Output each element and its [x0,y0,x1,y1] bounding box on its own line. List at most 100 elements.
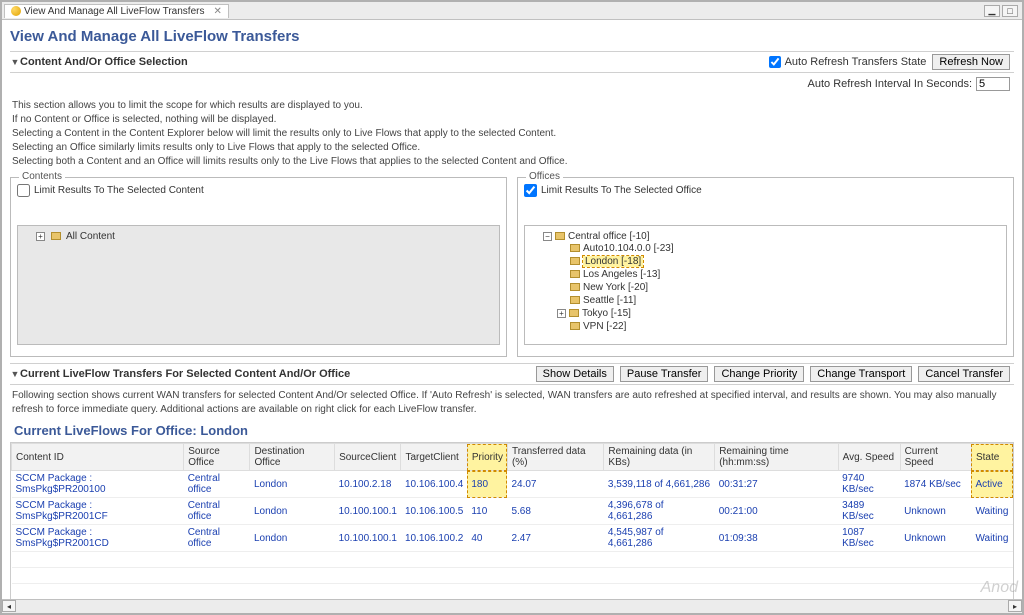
folder-icon [570,322,580,330]
change-transport-button[interactable]: Change Transport [810,366,912,382]
col-content-id[interactable]: Content ID [12,444,184,471]
tab-bar: View And Manage All LiveFlow Transfers ✕… [2,2,1022,20]
cell: 180 [467,471,507,498]
collapse-arrow-icon[interactable]: ▼ [10,57,20,67]
cell: 1087 KB/sec [838,525,900,552]
limit-offices-label: Limit Results To The Selected Office [541,185,702,196]
offices-legend: Offices [526,171,563,182]
col-sourceclient[interactable]: SourceClient [335,444,401,471]
tree-node-office[interactable]: +Tokyo [-15] [557,307,1002,320]
cell: Waiting [971,525,1012,552]
scroll-left-icon[interactable]: ◂ [2,600,16,612]
folder-icon [570,283,580,291]
window-controls: ▁ □ [984,5,1018,17]
cell: 4,545,987 of 4,661,286 [604,525,715,552]
cell: 40 [467,525,507,552]
tree-node-office[interactable]: London [-18] [557,255,1002,268]
expand-icon[interactable]: + [557,309,566,318]
tree-node-office[interactable]: Los Angeles [-13] [557,268,1002,281]
horizontal-scrollbar[interactable]: ◂ ▸ [2,599,1022,613]
minimize-button[interactable]: ▁ [984,5,1000,17]
intro-text: This section allows you to limit the sco… [10,91,1014,177]
table-row[interactable]: SCCM Package : SmsPkg$PR2001CFCentral of… [12,498,1013,525]
col-state[interactable]: State [971,444,1012,471]
limit-contents-checkbox[interactable]: Limit Results To The Selected Content [17,184,500,197]
cell: Central office [184,471,250,498]
limit-offices-input[interactable] [524,184,537,197]
cancel-transfer-button[interactable]: Cancel Transfer [918,366,1010,382]
cell: 110 [467,498,507,525]
limit-contents-label: Limit Results To The Selected Content [34,185,204,196]
section1-title: Content And/Or Office Selection [20,56,188,68]
cell: 3,539,118 of 4,661,286 [604,471,715,498]
limit-offices-checkbox[interactable]: Limit Results To The Selected Office [524,184,1007,197]
folder-icon [570,257,580,265]
table-row[interactable]: SCCM Package : SmsPkg$PR200100Central of… [12,471,1013,498]
intro-line: Selecting a Content in the Content Explo… [12,127,1012,141]
cell: 1874 KB/sec [900,471,971,498]
cell: SCCM Package : SmsPkg$PR2001CD [12,525,184,552]
tree-node-office[interactable]: New York [-20] [557,281,1002,294]
offices-tree-wrap[interactable]: −Central office [-10]Auto10.104.0.0 [-23… [524,225,1007,345]
scroll-right-icon[interactable]: ▸ [1008,600,1022,612]
cell: 10.106.100.2 [401,525,467,552]
folder-icon [555,232,565,240]
tab-icon [11,6,21,16]
cell: 01:09:38 [715,525,838,552]
collapse-icon[interactable]: − [543,232,552,241]
cell: 10.106.100.5 [401,498,467,525]
col-destination-office[interactable]: Destination Office [250,444,335,471]
liveflow-grid-wrap[interactable]: Content IDSource OfficeDestination Offic… [10,442,1014,599]
liveflows-subtitle: Current LiveFlows For Office: London [10,421,1014,442]
tree-node-office[interactable]: Seattle [-11] [557,294,1002,307]
cell: 10.100.100.1 [335,525,401,552]
expand-icon[interactable]: + [36,232,45,241]
col-avg-speed[interactable]: Avg. Speed [838,444,900,471]
auto-refresh-input[interactable] [769,56,781,68]
col-remaining-time-hh-mm-ss-[interactable]: Remaining time (hh:mm:ss) [715,444,838,471]
cell: 00:31:27 [715,471,838,498]
auto-refresh-checkbox[interactable]: Auto Refresh Transfers State [769,56,927,68]
tree-node-root[interactable]: −Central office [-10]Auto10.104.0.0 [-23… [543,230,1002,334]
maximize-button[interactable]: □ [1002,5,1018,17]
col-transferred-data-[interactable]: Transferred data (%) [507,444,603,471]
section2-title: Current LiveFlow Transfers For Selected … [20,368,350,380]
tree-node-office[interactable]: Auto10.104.0.0 [-23] [557,242,1002,255]
folder-icon [570,270,580,278]
cell: Central office [184,525,250,552]
close-icon[interactable]: ✕ [213,6,221,17]
cell: London [250,498,335,525]
show-details-button[interactable]: Show Details [536,366,614,382]
cell: Active [971,471,1012,498]
col-targetclient[interactable]: TargetClient [401,444,467,471]
content-area: View And Manage All LiveFlow Transfers ▼… [2,20,1022,599]
col-remaining-data-in-kbs-[interactable]: Remaining data (in KBs) [604,444,715,471]
collapse-arrow-icon[interactable]: ▼ [10,369,20,379]
change-priority-button[interactable]: Change Priority [714,366,804,382]
contents-tree-wrap[interactable]: + All Content [17,225,500,345]
tree-node-all-content[interactable]: + All Content [36,230,495,243]
cell: 10.106.100.4 [401,471,467,498]
refresh-now-button[interactable]: Refresh Now [932,54,1010,70]
cell: SCCM Package : SmsPkg$PR200100 [12,471,184,498]
col-source-office[interactable]: Source Office [184,444,250,471]
intro-line: This section allows you to limit the sco… [12,99,1012,113]
interval-input[interactable] [976,77,1010,91]
cell: 2.47 [507,525,603,552]
cell: Unknown [900,498,971,525]
folder-icon [570,244,580,252]
table-row[interactable]: SCCM Package : SmsPkg$PR2001CDCentral of… [12,525,1013,552]
offices-pane: Offices Limit Results To The Selected Of… [517,177,1014,357]
limit-contents-input[interactable] [17,184,30,197]
col-priority[interactable]: Priority [467,444,507,471]
section-liveflow-transfers: ▼ Current LiveFlow Transfers For Selecte… [10,363,1014,599]
cell: 4,396,678 of 4,661,286 [604,498,715,525]
tab-liveflow[interactable]: View And Manage All LiveFlow Transfers ✕ [4,4,229,18]
table-row-empty [12,568,1013,584]
cell: 00:21:00 [715,498,838,525]
cell: 5.68 [507,498,603,525]
pause-transfer-button[interactable]: Pause Transfer [620,366,709,382]
section-content-office: ▼ Content And/Or Office Selection Auto R… [10,51,1014,357]
col-current-speed[interactable]: Current Speed [900,444,971,471]
tree-node-office[interactable]: VPN [-22] [557,320,1002,333]
